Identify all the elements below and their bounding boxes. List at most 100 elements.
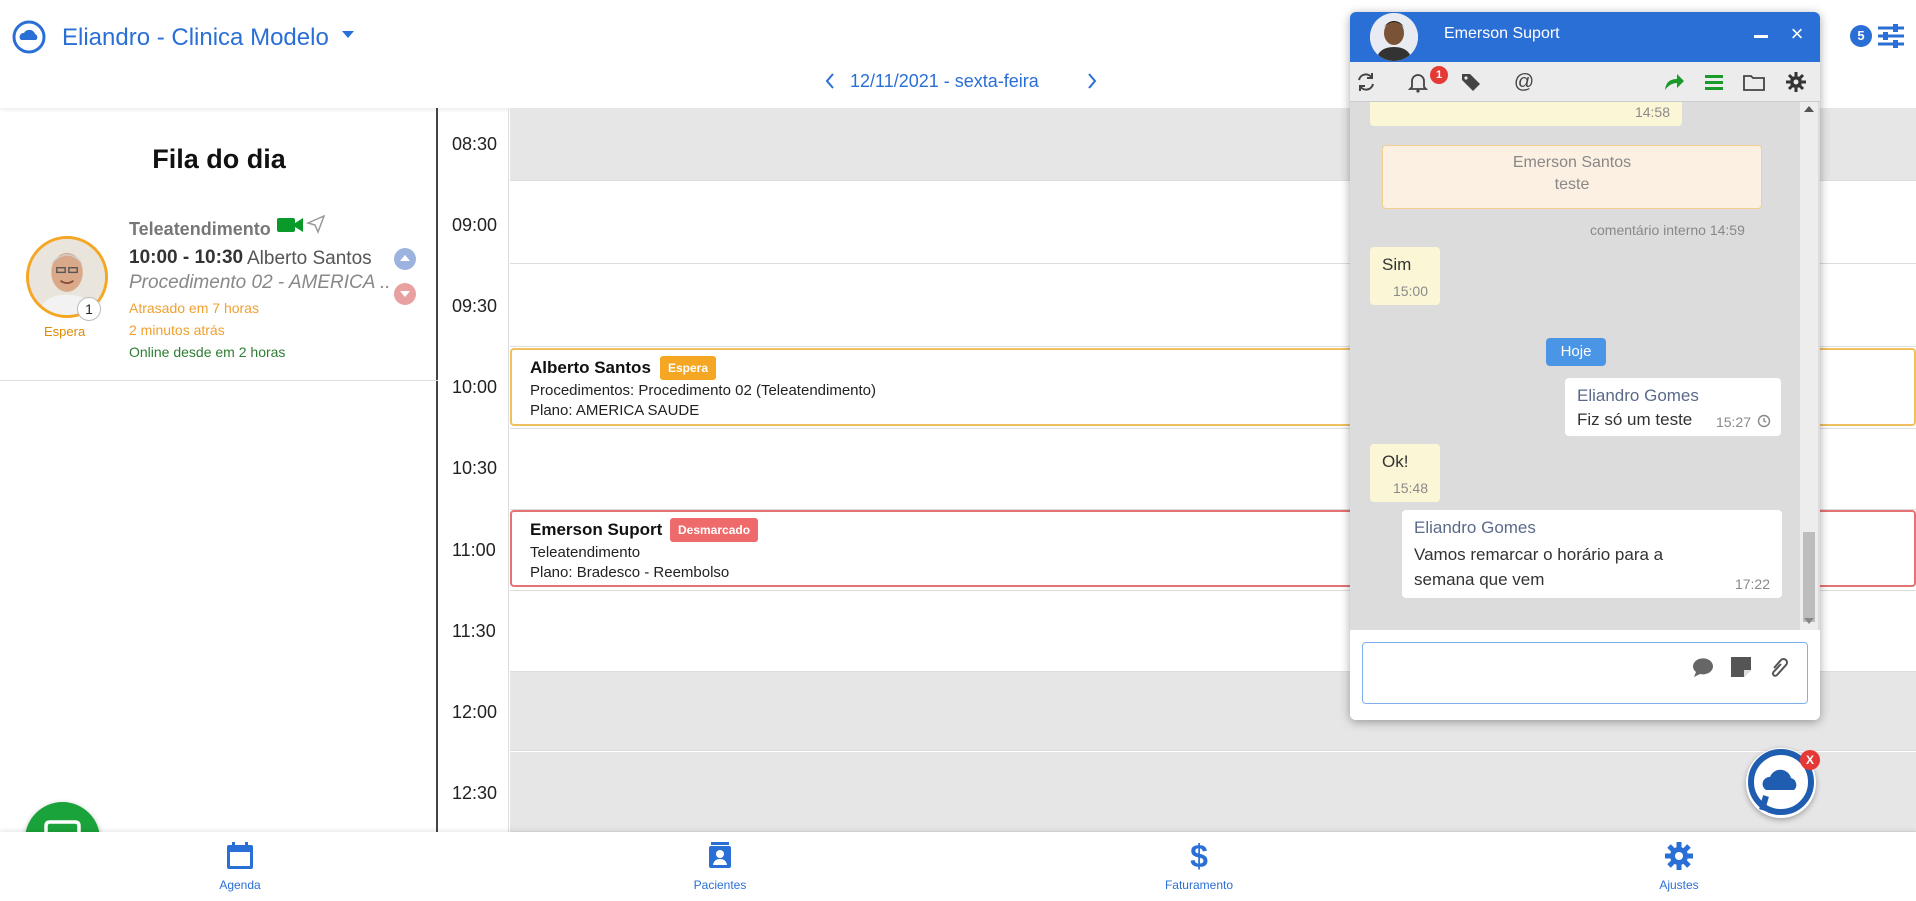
bottom-navigation: Agenda Pacientes $ Faturamento Ajustes <box>0 832 1916 901</box>
message-text: Vamos remarcar o horário para a semana q… <box>1414 545 1664 589</box>
tags-icon[interactable] <box>1460 70 1484 94</box>
nav-ajustes[interactable]: Ajustes <box>1619 832 1739 901</box>
clinic-name[interactable]: Eliandro - Clinica Modelo <box>62 24 329 52</box>
appointment-plan: Plano: Bradesco - Reembolso <box>530 564 730 581</box>
time-label: 10:00 <box>452 377 498 397</box>
chat-messages[interactable]: 14:58 Emerson Santos teste comentário in… <box>1350 102 1820 630</box>
time-label: 12:30 <box>452 783 498 803</box>
forward-icon[interactable] <box>1662 70 1686 94</box>
time-label: 10:30 <box>452 458 498 478</box>
time-label: 12:00 <box>452 702 498 722</box>
paperclip-icon[interactable] <box>1766 654 1792 680</box>
nav-label: Faturamento <box>1164 878 1234 892</box>
send-icon[interactable] <box>306 214 326 234</box>
chevron-right-icon[interactable] <box>1082 68 1102 94</box>
queue-position-badge: 1 <box>77 297 101 321</box>
appointment-procedure: Procedimentos: Procedimento 02 (Teleaten… <box>530 382 877 399</box>
current-date[interactable]: 12/11/2021 - sexta-feira <box>850 71 1039 92</box>
chat-widget: Emerson Suport × 1 @ 14:58 Emerson Santo… <box>1350 12 1820 720</box>
message-time: 15:27 <box>1715 414 1751 430</box>
nav-faturamento[interactable]: $ Faturamento <box>1139 832 1259 901</box>
nav-agenda[interactable]: Agenda <box>180 832 300 901</box>
internal-comment-meta: comentário interno 14:59 <box>1590 222 1745 238</box>
time-column-divider <box>508 108 509 832</box>
message-text: Ok! <box>1382 452 1409 471</box>
dollar-icon: $ <box>1190 838 1208 874</box>
message-time: 15:00 <box>1392 283 1428 299</box>
time-label: 08:30 <box>452 134 498 154</box>
mention-icon[interactable]: @ <box>1512 70 1536 94</box>
notification-count-badge[interactable]: 5 <box>1850 25 1872 47</box>
nav-label: Ajustes <box>1659 878 1699 892</box>
time-label: 11:30 <box>452 621 496 641</box>
message-outgoing: Eliandro Gomes Vamos remarcar o horário … <box>1402 510 1782 598</box>
queue-procedure: Procedimento 02 - AMERICA ... <box>129 272 389 293</box>
cloud-logo-icon[interactable] <box>12 20 46 54</box>
message-incoming: Ok! 15:48 <box>1370 444 1440 502</box>
queue-late-text: Atrasado em 7 horas <box>129 300 259 316</box>
sticky-note-icon[interactable] <box>1728 654 1754 680</box>
queue-time: 10:00 - 10:30 <box>129 247 244 268</box>
bell-count-badge: 1 <box>1430 66 1448 84</box>
contact-avatar[interactable] <box>1370 13 1418 61</box>
comment-icon[interactable] <box>1690 654 1716 680</box>
queue-appointment-type: Teleatendimento <box>129 219 271 239</box>
gear-icon[interactable] <box>1784 70 1808 94</box>
chat-header: Emerson Suport × <box>1350 12 1820 62</box>
queue-ago-text: 2 minutos atrás <box>129 322 225 338</box>
message-time: 17:22 <box>1734 576 1770 592</box>
scroll-down-icon[interactable] <box>1804 618 1814 624</box>
move-up-icon[interactable] <box>394 248 416 270</box>
appointment-patient-name: Alberto Santos <box>530 358 651 377</box>
appointment-procedure: Teleatendimento <box>530 544 641 561</box>
message-text: Sim <box>1382 255 1412 274</box>
gear-icon <box>1665 842 1693 870</box>
chat-contact-name: Emerson Suport <box>1444 25 1560 42</box>
appointment-plan: Plano: AMERICA SAUDE <box>530 402 700 419</box>
queue-online-text: Online desde em 2 horas <box>129 344 286 360</box>
internal-comment-text: teste <box>1554 176 1590 193</box>
launcher-close-badge[interactable]: X <box>1800 750 1820 770</box>
message-time: 14:58 <box>1634 104 1670 120</box>
queue-status-label: Espera <box>44 324 86 339</box>
message-outgoing: Eliandro Gomes Fiz só um teste 15:27 <box>1565 378 1781 436</box>
internal-comment-author: Emerson Santos <box>1512 154 1632 171</box>
queue-divider <box>0 380 438 381</box>
sliders-icon[interactable] <box>1876 22 1906 50</box>
nav-pacientes[interactable]: Pacientes <box>660 832 780 901</box>
scroll-up-icon[interactable] <box>1804 106 1814 112</box>
time-label: 09:00 <box>452 215 498 235</box>
refresh-icon[interactable] <box>1354 70 1378 94</box>
address-book-icon <box>709 842 731 868</box>
close-icon[interactable]: × <box>1787 23 1807 45</box>
contact-photo-icon <box>1370 13 1418 61</box>
minimize-icon[interactable] <box>1754 35 1768 38</box>
time-slot[interactable] <box>510 752 1916 832</box>
message-author: Eliandro Gomes <box>1577 386 1699 405</box>
bell-icon[interactable] <box>1406 70 1430 94</box>
chat-composer <box>1350 630 1820 720</box>
menu-icon[interactable] <box>1702 70 1726 94</box>
date-separator: Hoje <box>1546 338 1606 366</box>
message-incoming: Sim 15:00 <box>1370 247 1440 305</box>
chevron-left-icon[interactable] <box>820 68 840 94</box>
queue-patient-name[interactable]: Alberto Santos <box>247 248 372 270</box>
status-badge: Espera <box>660 356 717 380</box>
video-camera-icon[interactable] <box>276 216 304 234</box>
move-down-icon[interactable] <box>394 283 416 305</box>
appointment-patient-name: Emerson Suport <box>530 520 663 539</box>
calendar-icon <box>227 842 253 869</box>
app-root: Eliandro - Clinica Modelo 12/11/2021 - s… <box>0 0 1916 901</box>
chat-toolbar: 1 @ <box>1350 62 1820 102</box>
internal-comment: Emerson Santos teste <box>1382 145 1762 209</box>
message-time: 15:48 <box>1392 480 1428 496</box>
status-badge: Desmarcado <box>670 518 759 542</box>
nav-label: Agenda <box>219 878 261 892</box>
scrollbar-thumb[interactable] <box>1803 532 1815 622</box>
clinic-dropdown-caret-icon[interactable] <box>342 31 354 38</box>
time-label: 11:00 <box>452 540 496 560</box>
queue-title: Fila do dia <box>152 144 286 174</box>
message-incoming: 14:58 <box>1370 102 1682 126</box>
folder-icon[interactable] <box>1742 70 1766 94</box>
time-label: 09:30 <box>452 296 498 316</box>
